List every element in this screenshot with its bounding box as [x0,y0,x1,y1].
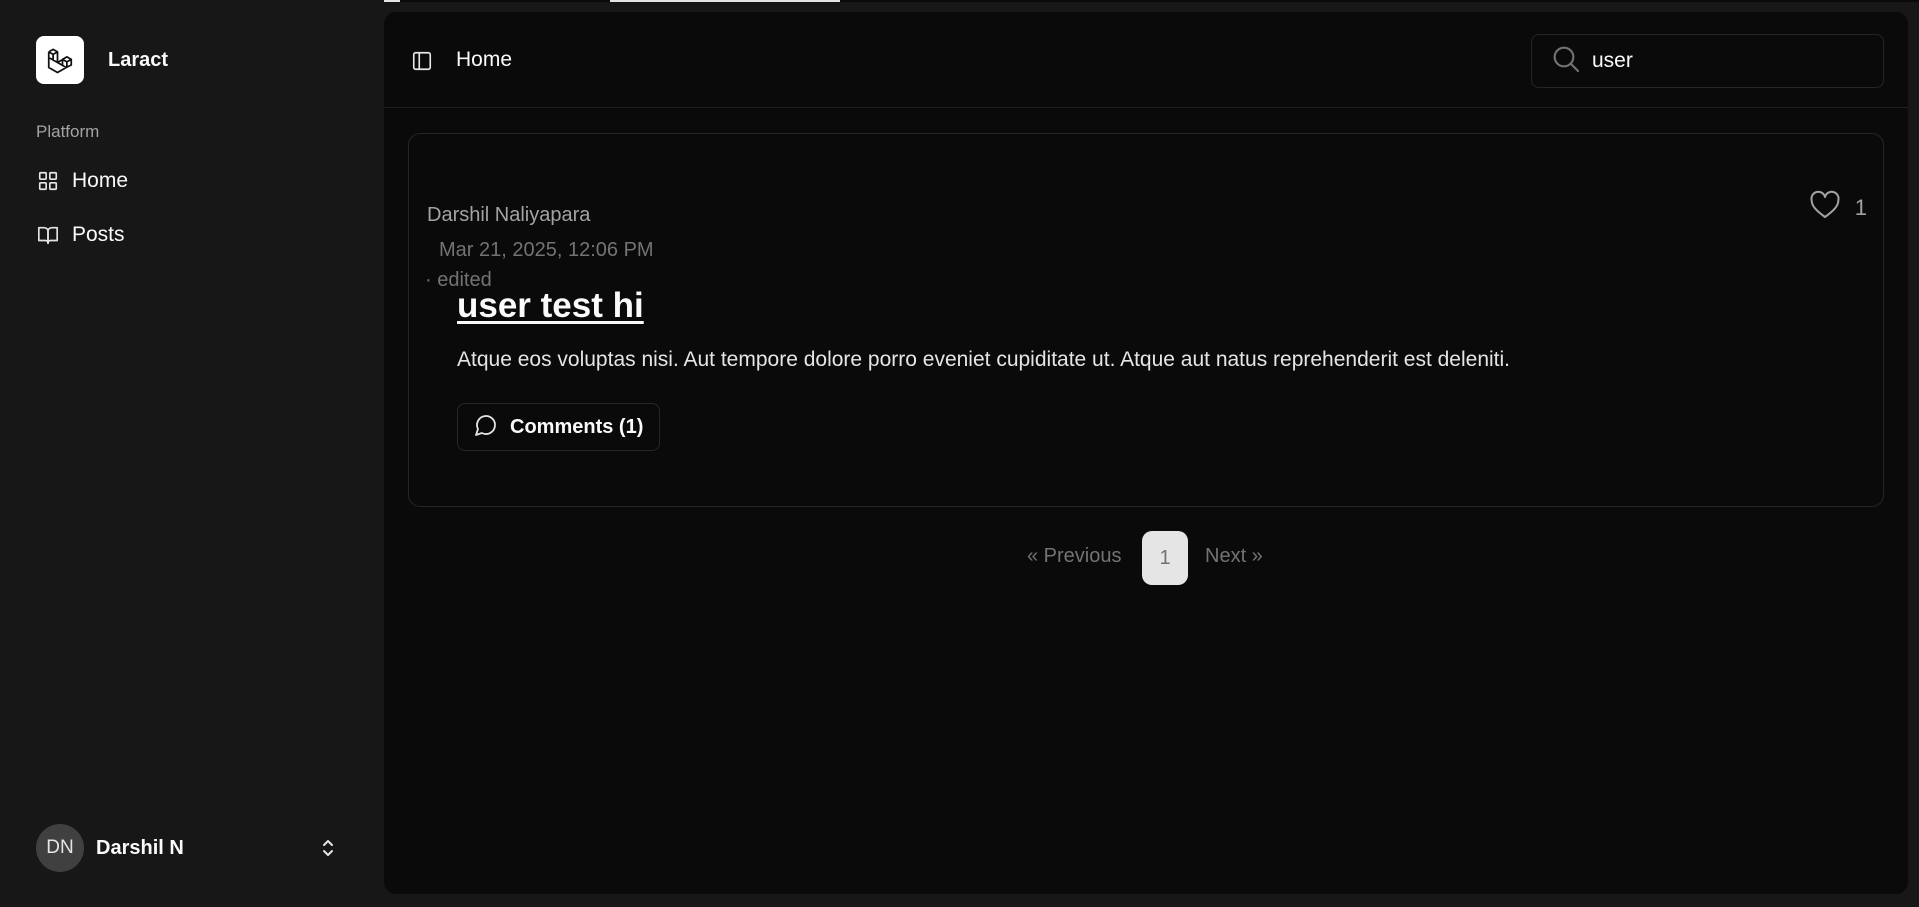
like-count: 1 [1854,194,1867,220]
user-name: Darshil N [96,836,184,859]
app-name: Laract [108,48,169,71]
book-open-icon [36,223,60,247]
post-title-link[interactable]: user test hi [457,286,644,326]
sidebar-toggle-icon[interactable] [410,49,434,73]
sidebar-item-label: Home [72,169,129,192]
post-date: Mar 21, 2025, 12:06 PM [439,239,654,261]
message-circle-icon [474,413,498,442]
laravel-logo-icon [36,36,84,84]
heart-icon [1809,190,1841,225]
pagination: « Previous 1 Next » [384,531,1908,585]
comments-button[interactable]: Comments (1) [457,403,661,451]
avatar: DN [36,824,84,872]
sidebar: Laract Platform Home Posts DN Darshil N [0,0,384,907]
header: Home [384,12,1908,108]
page-1-button[interactable]: 1 [1142,531,1188,585]
sidebar-item-label: Posts [72,223,125,246]
sidebar-item-posts[interactable]: Posts [28,214,358,256]
sidebar-item-home[interactable]: Home [28,160,358,202]
grid-icon [36,169,60,193]
search-icon [1550,43,1582,80]
strip-segment [610,0,840,2]
next-page-link[interactable]: Next » [1205,545,1263,568]
main-panel: Home Darshil Naliyapara Mar 21, 2025, 12… [384,12,1908,894]
previous-page-link[interactable]: « Previous [1027,545,1122,568]
breadcrumb[interactable]: Home [456,48,512,72]
brand[interactable]: Laract [36,36,168,84]
nav-group-label: Platform [36,122,100,141]
comments-button-label: Comments (1) [510,415,644,438]
user-menu[interactable]: DN Darshil N [28,822,358,874]
search-input[interactable] [1592,49,1872,73]
search-box[interactable] [1531,34,1884,88]
chevrons-up-down-icon [318,836,338,860]
like-button[interactable]: 1 [1809,190,1867,225]
post-author[interactable]: Darshil Naliyapara [427,204,590,227]
post-body: Atque eos voluptas nisi. Aut tempore dol… [457,348,1511,371]
post-card: Darshil Naliyapara Mar 21, 2025, 12:06 P… [408,133,1884,507]
